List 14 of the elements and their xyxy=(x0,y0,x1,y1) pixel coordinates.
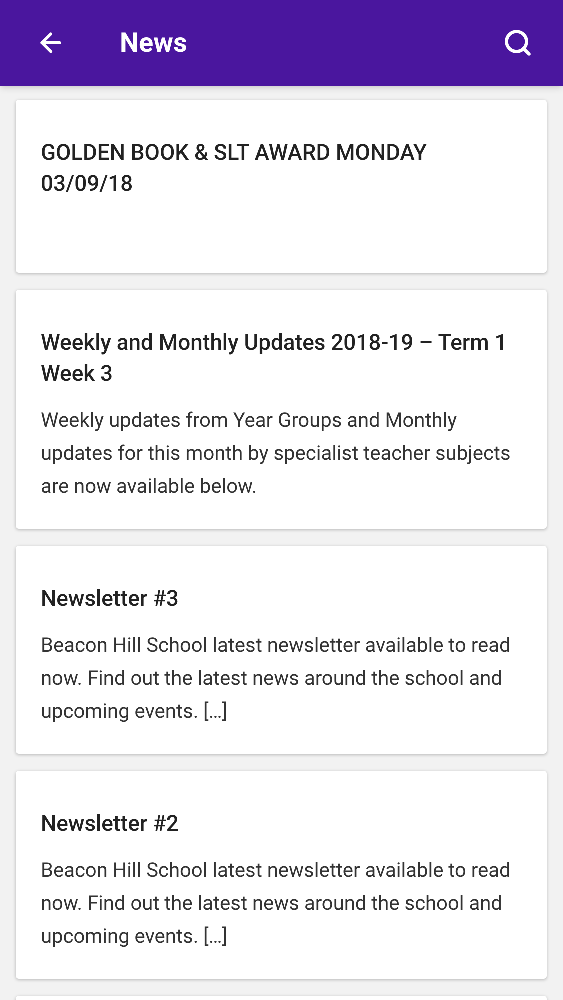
news-title: GOLDEN BOOK & SLT AWARD MONDAY 03/09/18 xyxy=(41,140,428,199)
news-card[interactable]: Newsletter #2 Beacon Hill School latest newsletter available to read now. Find out the latest news around the school and upcoming events. […] xyxy=(16,771,547,979)
search-icon xyxy=(503,28,533,58)
news-title: Weekly and Monthly Updates 2018-19 – Term 1 Week 3 xyxy=(41,330,508,389)
news-card[interactable]: Newsletter #3 Beacon Hill School latest newsletter available to read now. Find out the latest news around the school and upcoming events. […] xyxy=(16,546,547,754)
news-title: Newsletter #2 xyxy=(41,811,180,839)
search-button[interactable] xyxy=(503,28,533,58)
news-card[interactable]: Weekly and Monthly Updates 2018-19 – Term 1 Week 3 Weekly updates from Year Groups and Monthly updates for this month by specialist teacher subjects are now available below. xyxy=(16,290,547,529)
news-excerpt: Beacon Hill School latest newsletter available to read now. Find out the latest news around the school and upcoming events. […] xyxy=(41,632,512,725)
news-excerpt: Beacon Hill School latest newsletter available to read now. Find out the latest news around the school and upcoming events. […] xyxy=(41,857,512,950)
news-title: Newsletter #3 xyxy=(41,586,180,614)
news-excerpt: Weekly updates from Year Groups and Monthly updates for this month by specialist teacher subjects are now available below. xyxy=(41,407,512,500)
app-bar-title: News xyxy=(120,26,188,61)
news-card[interactable]: GOLDEN BOOK & SLT AWARD MONDAY 03/09/18 xyxy=(16,100,547,273)
